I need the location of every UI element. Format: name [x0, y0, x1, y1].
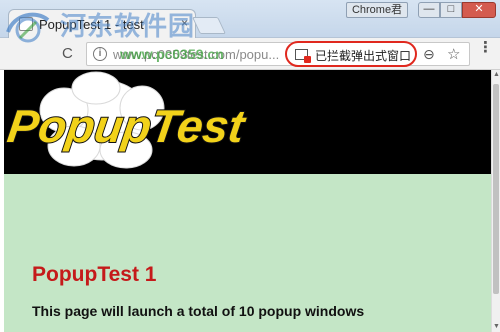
new-tab-button[interactable] [192, 17, 226, 34]
popup-blocked-icon [295, 49, 311, 63]
site-info-icon[interactable]: i [93, 47, 107, 61]
page-content: PopupTest PopupTest 1 This page will lau… [4, 70, 491, 332]
popup-blocked-label: 已拦截弹出式窗口 [315, 49, 412, 63]
minimize-button[interactable]: — [418, 2, 440, 18]
page-heading: PopupTest 1 [32, 263, 157, 286]
scroll-thumb[interactable] [493, 84, 499, 294]
banner-logo-text: PopupTest [4, 100, 249, 152]
page-banner: PopupTest [4, 70, 491, 174]
scroll-down-icon[interactable]: ▼ [493, 323, 500, 330]
browser-menu-icon[interactable]: ⋮ [478, 40, 493, 55]
popup-blocked-indicator[interactable]: 已拦截弹出式窗口 [285, 41, 417, 67]
reload-icon[interactable]: C [62, 45, 73, 62]
watermark-site-name: 河东软件园 [60, 12, 196, 42]
watermark-logo-icon [6, 12, 50, 43]
close-window-button[interactable]: ✕ [462, 2, 496, 18]
scroll-up-icon[interactable]: ▲ [493, 71, 500, 78]
maximize-button[interactable]: □ [440, 2, 462, 18]
watermark-site-url: www.pc0359.cn [120, 46, 224, 62]
profile-button[interactable]: Chrome君 [346, 2, 408, 18]
page-description: This page will launch a total of 10 popu… [32, 303, 365, 319]
zoom-icon[interactable]: ⊖ [423, 46, 435, 63]
vertical-scrollbar[interactable]: ▲ ▼ [491, 70, 500, 332]
banner-graphic: PopupTest [4, 71, 250, 169]
bookmark-star-icon[interactable]: ☆ [447, 45, 460, 63]
